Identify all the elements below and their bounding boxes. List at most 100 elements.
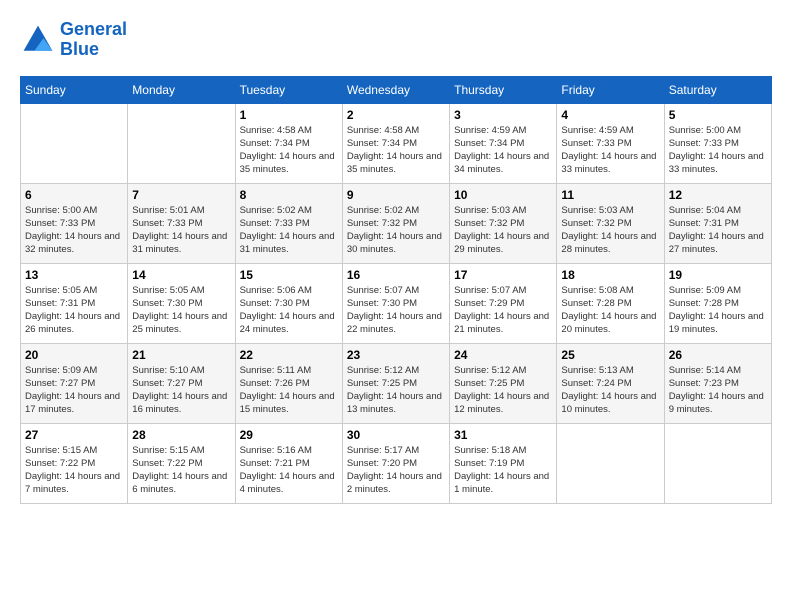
calendar-day-cell: 4Sunrise: 4:59 AM Sunset: 7:33 PM Daylig… — [557, 103, 664, 183]
day-number: 11 — [561, 188, 659, 202]
calendar-day-cell: 19 Sunrise: 5:09 AM Sunset: 7:28 PM Dayli… — [664, 263, 771, 343]
weekday-header-cell: Wednesday — [342, 76, 449, 103]
day-info: Sunrise: 5:13 AM Sunset: 7:24 PM Dayligh… — [561, 364, 659, 417]
day-number: 2 — [347, 108, 445, 122]
calendar-week-row: 27 Sunrise: 5:15 AM Sunset: 7:22 PM Dayli… — [21, 423, 772, 503]
calendar-day-cell: 16 Sunrise: 5:07 AM Sunset: 7:30 PM Dayli… — [342, 263, 449, 343]
calendar-day-cell: 17 Sunrise: 5:07 AM Sunset: 7:29 PM Dayli… — [450, 263, 557, 343]
day-number: 29 — [240, 428, 338, 442]
page-header: General Blue — [20, 20, 772, 60]
day-number: 20 — [25, 348, 123, 362]
day-number: 7 — [132, 188, 230, 202]
day-info: Sunrise: 5:02 AM Sunset: 7:32 PM Dayligh… — [347, 204, 445, 257]
day-info: Sunrise: 5:08 AM Sunset: 7:28 PM Dayligh… — [561, 284, 659, 337]
calendar-day-cell: 8 Sunrise: 5:02 AM Sunset: 7:33 PM Daylig… — [235, 183, 342, 263]
calendar-day-cell: 7 Sunrise: 5:01 AM Sunset: 7:33 PM Daylig… — [128, 183, 235, 263]
calendar-day-cell: 30 Sunrise: 5:17 AM Sunset: 7:20 PM Dayli… — [342, 423, 449, 503]
calendar-day-cell: 26Sunrise: 5:14 AM Sunset: 7:23 PM Dayli… — [664, 343, 771, 423]
day-info: Sunrise: 4:58 AM Sunset: 7:34 PM Dayligh… — [347, 124, 445, 177]
day-info: Sunrise: 5:06 AM Sunset: 7:30 PM Dayligh… — [240, 284, 338, 337]
calendar-day-cell: 29 Sunrise: 5:16 AM Sunset: 7:21 PM Dayli… — [235, 423, 342, 503]
calendar-day-cell: 11Sunrise: 5:03 AM Sunset: 7:32 PM Dayli… — [557, 183, 664, 263]
day-number: 9 — [347, 188, 445, 202]
day-info: Sunrise: 5:05 AM Sunset: 7:31 PM Dayligh… — [25, 284, 123, 337]
day-info: Sunrise: 5:17 AM Sunset: 7:20 PM Dayligh… — [347, 444, 445, 497]
calendar-day-cell — [557, 423, 664, 503]
day-info: Sunrise: 5:07 AM Sunset: 7:29 PM Dayligh… — [454, 284, 552, 337]
calendar-day-cell: 28 Sunrise: 5:15 AM Sunset: 7:22 PM Dayli… — [128, 423, 235, 503]
calendar-day-cell: 24Sunrise: 5:12 AM Sunset: 7:25 PM Dayli… — [450, 343, 557, 423]
day-number: 23 — [347, 348, 445, 362]
day-info: Sunrise: 4:59 AM Sunset: 7:33 PM Dayligh… — [561, 124, 659, 177]
day-info: Sunrise: 5:00 AM Sunset: 7:33 PM Dayligh… — [669, 124, 767, 177]
calendar-day-cell: 12Sunrise: 5:04 AM Sunset: 7:31 PM Dayli… — [664, 183, 771, 263]
day-info: Sunrise: 4:58 AM Sunset: 7:34 PM Dayligh… — [240, 124, 338, 177]
day-number: 27 — [25, 428, 123, 442]
day-number: 19 — [669, 268, 767, 282]
logo-icon — [20, 22, 56, 58]
logo-text: General Blue — [60, 20, 127, 60]
day-number: 28 — [132, 428, 230, 442]
day-number: 15 — [240, 268, 338, 282]
day-number: 13 — [25, 268, 123, 282]
day-info: Sunrise: 5:12 AM Sunset: 7:25 PM Dayligh… — [347, 364, 445, 417]
day-info: Sunrise: 5:00 AM Sunset: 7:33 PM Dayligh… — [25, 204, 123, 257]
day-info: Sunrise: 5:07 AM Sunset: 7:30 PM Dayligh… — [347, 284, 445, 337]
day-info: Sunrise: 5:15 AM Sunset: 7:22 PM Dayligh… — [132, 444, 230, 497]
day-info: Sunrise: 5:12 AM Sunset: 7:25 PM Dayligh… — [454, 364, 552, 417]
day-info: Sunrise: 5:11 AM Sunset: 7:26 PM Dayligh… — [240, 364, 338, 417]
calendar: SundayMondayTuesdayWednesdayThursdayFrid… — [20, 76, 772, 504]
calendar-day-cell — [21, 103, 128, 183]
day-number: 14 — [132, 268, 230, 282]
day-number: 21 — [132, 348, 230, 362]
day-number: 31 — [454, 428, 552, 442]
day-number: 22 — [240, 348, 338, 362]
day-number: 5 — [669, 108, 767, 122]
day-info: Sunrise: 5:10 AM Sunset: 7:27 PM Dayligh… — [132, 364, 230, 417]
day-info: Sunrise: 5:16 AM Sunset: 7:21 PM Dayligh… — [240, 444, 338, 497]
day-info: Sunrise: 5:05 AM Sunset: 7:30 PM Dayligh… — [132, 284, 230, 337]
day-number: 16 — [347, 268, 445, 282]
logo: General Blue — [20, 20, 127, 60]
day-number: 25 — [561, 348, 659, 362]
calendar-week-row: 13 Sunrise: 5:05 AM Sunset: 7:31 PM Dayli… — [21, 263, 772, 343]
day-info: Sunrise: 5:09 AM Sunset: 7:28 PM Dayligh… — [669, 284, 767, 337]
calendar-day-cell: 14 Sunrise: 5:05 AM Sunset: 7:30 PM Dayli… — [128, 263, 235, 343]
calendar-day-cell: 13 Sunrise: 5:05 AM Sunset: 7:31 PM Dayli… — [21, 263, 128, 343]
calendar-day-cell: 1 Sunrise: 4:58 AM Sunset: 7:34 PM Daylig… — [235, 103, 342, 183]
day-info: Sunrise: 5:04 AM Sunset: 7:31 PM Dayligh… — [669, 204, 767, 257]
day-number: 1 — [240, 108, 338, 122]
day-info: Sunrise: 4:59 AM Sunset: 7:34 PM Dayligh… — [454, 124, 552, 177]
calendar-day-cell: 10Sunrise: 5:03 AM Sunset: 7:32 PM Dayli… — [450, 183, 557, 263]
calendar-day-cell — [128, 103, 235, 183]
day-info: Sunrise: 5:15 AM Sunset: 7:22 PM Dayligh… — [25, 444, 123, 497]
weekday-header-cell: Thursday — [450, 76, 557, 103]
day-number: 10 — [454, 188, 552, 202]
weekday-header-cell: Monday — [128, 76, 235, 103]
day-info: Sunrise: 5:01 AM Sunset: 7:33 PM Dayligh… — [132, 204, 230, 257]
calendar-day-cell: 15 Sunrise: 5:06 AM Sunset: 7:30 PM Dayli… — [235, 263, 342, 343]
calendar-day-cell: 5 Sunrise: 5:00 AM Sunset: 7:33 PM Daylig… — [664, 103, 771, 183]
day-info: Sunrise: 5:18 AM Sunset: 7:19 PM Dayligh… — [454, 444, 552, 497]
day-info: Sunrise: 5:14 AM Sunset: 7:23 PM Dayligh… — [669, 364, 767, 417]
calendar-day-cell: 6Sunrise: 5:00 AM Sunset: 7:33 PM Daylig… — [21, 183, 128, 263]
calendar-day-cell: 25 Sunrise: 5:13 AM Sunset: 7:24 PM Dayli… — [557, 343, 664, 423]
calendar-week-row: 20Sunrise: 5:09 AM Sunset: 7:27 PM Dayli… — [21, 343, 772, 423]
day-info: Sunrise: 5:02 AM Sunset: 7:33 PM Dayligh… — [240, 204, 338, 257]
weekday-header-cell: Sunday — [21, 76, 128, 103]
weekday-header-cell: Tuesday — [235, 76, 342, 103]
weekday-header-cell: Saturday — [664, 76, 771, 103]
day-number: 30 — [347, 428, 445, 442]
calendar-body: 1 Sunrise: 4:58 AM Sunset: 7:34 PM Daylig… — [21, 103, 772, 503]
calendar-week-row: 6Sunrise: 5:00 AM Sunset: 7:33 PM Daylig… — [21, 183, 772, 263]
day-number: 17 — [454, 268, 552, 282]
calendar-day-cell: 22 Sunrise: 5:11 AM Sunset: 7:26 PM Dayli… — [235, 343, 342, 423]
calendar-day-cell: 18 Sunrise: 5:08 AM Sunset: 7:28 PM Dayli… — [557, 263, 664, 343]
calendar-day-cell — [664, 423, 771, 503]
day-number: 8 — [240, 188, 338, 202]
calendar-day-cell: 9 Sunrise: 5:02 AM Sunset: 7:32 PM Daylig… — [342, 183, 449, 263]
day-number: 18 — [561, 268, 659, 282]
calendar-day-cell: 27 Sunrise: 5:15 AM Sunset: 7:22 PM Dayli… — [21, 423, 128, 503]
weekday-header-cell: Friday — [557, 76, 664, 103]
calendar-day-cell: 2 Sunrise: 4:58 AM Sunset: 7:34 PM Daylig… — [342, 103, 449, 183]
